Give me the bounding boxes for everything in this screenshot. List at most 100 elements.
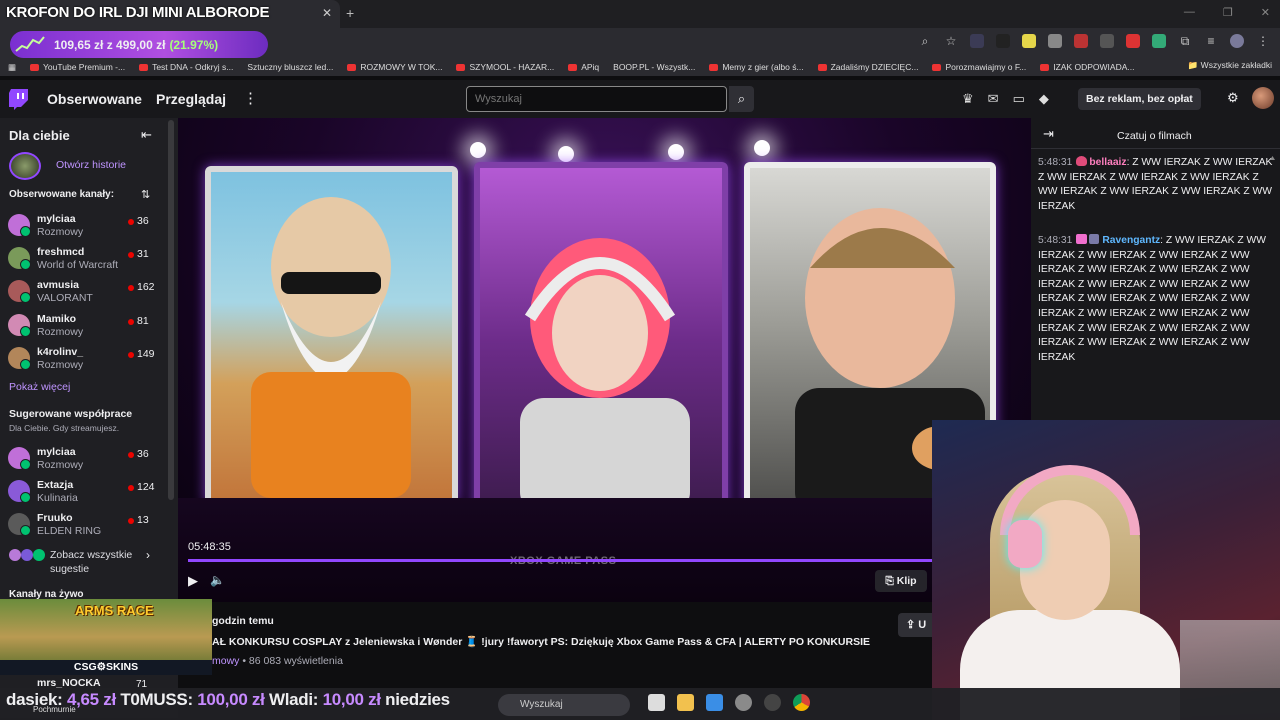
game-ad-title: ARMS RACE bbox=[75, 603, 154, 618]
bookmark-item[interactable]: ROZMOWY W TOK... bbox=[347, 62, 442, 72]
kebab-menu-icon[interactable]: ⋮ bbox=[1256, 34, 1270, 48]
turbo-button[interactable]: Bez reklam, bez opłat bbox=[1078, 88, 1201, 110]
sidebar-channel-freshmcd[interactable]: freshmcd World of Warcraft 31 bbox=[8, 244, 168, 276]
bookmark-item[interactable]: Memy z gier (albo ś... bbox=[709, 62, 804, 72]
sidebar-channel-avmusia[interactable]: avmusia VALORANT 162 bbox=[8, 277, 168, 309]
channel-name: Extazja bbox=[37, 479, 74, 491]
open-stories-link[interactable]: Otwórz historie bbox=[56, 159, 126, 171]
close-window-icon[interactable]: ✕ bbox=[1261, 6, 1270, 19]
extension-icon[interactable] bbox=[1152, 34, 1166, 48]
bookmark-item[interactable]: YouTube Premium -... bbox=[30, 62, 125, 72]
bits-icon[interactable]: ◆ bbox=[1039, 91, 1049, 107]
sidebar-title: Dla ciebie bbox=[9, 128, 70, 143]
app-icon[interactable] bbox=[764, 694, 781, 711]
tab-close-icon[interactable]: ✕ bbox=[322, 6, 332, 20]
price-tracker-pill[interactable]: 109,65 zł z 499,00 zł (21.97%) bbox=[10, 31, 268, 58]
settings-icon[interactable] bbox=[735, 694, 752, 711]
nav-following[interactable]: Obserwowane bbox=[47, 91, 142, 107]
story-avatar[interactable] bbox=[9, 152, 41, 180]
task-view-icon[interactable] bbox=[648, 694, 665, 711]
partner-badge-icon bbox=[20, 525, 31, 536]
search-icon[interactable]: ⌕ bbox=[729, 86, 754, 112]
extension-icon[interactable] bbox=[1022, 34, 1036, 48]
bookmark-item[interactable]: Porozmawiajmy o F... bbox=[932, 62, 1026, 72]
channel-category: Kulinaria bbox=[37, 492, 78, 504]
category-link[interactable]: mowy bbox=[212, 655, 239, 667]
chat-scrollbar[interactable] bbox=[1270, 156, 1275, 416]
bookmark-item[interactable]: BOOP.PL - Wszystk... bbox=[613, 62, 695, 72]
sidebar-channel-mylciaa[interactable]: mylciaa Rozmowy 36 bbox=[8, 211, 168, 243]
collapse-chat-icon[interactable]: ⇥ bbox=[1043, 126, 1054, 142]
live-dot-icon bbox=[128, 285, 134, 292]
bookmark-item[interactable]: SZYMOOL - HAZAR... bbox=[456, 62, 554, 72]
profile-icon[interactable] bbox=[1230, 34, 1244, 48]
nav-icons: ♛ ✉ ▭ ◆ bbox=[962, 91, 1049, 107]
maximize-icon[interactable]: ❐ bbox=[1223, 6, 1233, 19]
sidebar-channel-fruuko[interactable]: Fruuko ELDEN RING 13 bbox=[8, 510, 168, 542]
search-input[interactable] bbox=[466, 86, 727, 112]
apps-icon[interactable]: ▦ bbox=[8, 62, 16, 73]
all-bookmarks[interactable]: 📁 Wszystkie zakładki bbox=[1188, 60, 1272, 71]
taskbar-search[interactable]: Wyszukaj bbox=[498, 694, 630, 716]
minimize-icon[interactable]: — bbox=[1184, 6, 1195, 19]
folder-icon[interactable] bbox=[677, 694, 694, 711]
puzzle-icon[interactable]: ⧉ bbox=[1178, 34, 1192, 48]
weather-text: Pochmurnie bbox=[33, 705, 76, 714]
menu-list-icon[interactable]: ≡ bbox=[1204, 34, 1218, 48]
chrome-icon[interactable] bbox=[793, 694, 810, 711]
crown-icon[interactable]: ♛ bbox=[962, 91, 974, 107]
extension-icon[interactable] bbox=[1126, 34, 1140, 48]
chat-message: 5:48:31 bellaaiz: Z WW IERZAK Z WW IERZAK… bbox=[1038, 156, 1274, 214]
chat-bubble-icon[interactable]: ▭ bbox=[1013, 91, 1025, 107]
extension-icon[interactable] bbox=[1074, 34, 1088, 48]
chevron-right-icon[interactable]: › bbox=[146, 548, 150, 562]
stage-light bbox=[470, 142, 486, 158]
nav-browse[interactable]: Przeglądaj bbox=[156, 91, 226, 107]
tab-title: KROFON DO IRL DJI MINI ALBORODE bbox=[6, 4, 270, 21]
twitch-logo-icon[interactable] bbox=[8, 88, 30, 110]
chat-username[interactable]: bellaaiz bbox=[1089, 157, 1126, 168]
view-count: • 86 083 wyświetlenia bbox=[242, 655, 343, 667]
collapse-sidebar-icon[interactable]: ⇤ bbox=[141, 127, 152, 143]
video-player[interactable]: XBOX GAME PASS bbox=[178, 118, 1031, 602]
zoom-icon[interactable]: ⌕ bbox=[918, 34, 932, 48]
sidebar-scrollbar[interactable] bbox=[168, 120, 174, 500]
extension-icon[interactable] bbox=[970, 34, 984, 48]
extension-icon[interactable]: ⚙ bbox=[1227, 90, 1239, 106]
youtube-icon bbox=[817, 63, 827, 71]
shield-icon[interactable] bbox=[1100, 34, 1114, 48]
bookmark-item[interactable]: APiq bbox=[568, 62, 599, 72]
extension-icon[interactable] bbox=[996, 34, 1010, 48]
youtube-icon bbox=[932, 63, 942, 71]
progress-bar[interactable] bbox=[188, 559, 932, 562]
bookmark-item[interactable]: IZAK ODPOWIADA... bbox=[1040, 62, 1134, 72]
sidebar-channel-k4rolinv_[interactable]: k4rolinv_ Rozmowy 149 bbox=[8, 344, 168, 376]
chat-username[interactable]: Ravengantz bbox=[1102, 235, 1160, 246]
more-menu-icon[interactable]: ⋮ bbox=[243, 89, 258, 107]
bookmark-item[interactable]: Test DNA - Odkryj s... bbox=[139, 62, 233, 72]
play-icon[interactable]: ▶ bbox=[188, 573, 198, 589]
viewer-count: 36 bbox=[137, 448, 149, 460]
avatar[interactable] bbox=[1252, 87, 1274, 109]
show-more-link[interactable]: Pokaż więcej bbox=[9, 381, 70, 393]
extension-icon[interactable] bbox=[1048, 34, 1062, 48]
sidebar-channel-mamiko[interactable]: Mamiko Rozmowy 81 bbox=[8, 311, 168, 343]
clip-button[interactable]: ⎘ Klip bbox=[875, 570, 927, 592]
sidebar-channel-mylciaa[interactable]: mylciaa Rozmowy 36 bbox=[8, 444, 168, 476]
mail-icon[interactable]: ✉ bbox=[988, 91, 999, 107]
star-icon[interactable]: ☆ bbox=[944, 34, 958, 48]
bookmarks-bar: ▦ YouTube Premium -... Test DNA - Odkryj… bbox=[0, 58, 1280, 76]
channel-category: Rozmowy bbox=[37, 459, 84, 471]
stream-time-ago: godzin temu bbox=[212, 615, 274, 627]
bookmark-item[interactable]: Sztuczny bluszcz led... bbox=[247, 62, 333, 72]
store-icon[interactable] bbox=[706, 694, 723, 711]
window-controls: — ❐ ✕ bbox=[1184, 6, 1270, 19]
bookmark-item[interactable]: Zadaliśmy DZIECIĘC... bbox=[817, 62, 918, 72]
sort-icon[interactable]: ⇅ bbox=[141, 188, 150, 201]
volume-icon[interactable]: 🔈 bbox=[210, 573, 225, 587]
partner-badge-icon bbox=[20, 492, 31, 503]
new-tab-icon[interactable]: + bbox=[346, 5, 354, 21]
sidebar-channel-extazja[interactable]: Extazja Kulinaria 124 bbox=[8, 477, 168, 509]
see-all-suggestions-link[interactable]: Zobacz wszystkie sugestie bbox=[50, 548, 145, 576]
stream-meta: mowy • 86 083 wyświetlenia bbox=[212, 655, 343, 667]
